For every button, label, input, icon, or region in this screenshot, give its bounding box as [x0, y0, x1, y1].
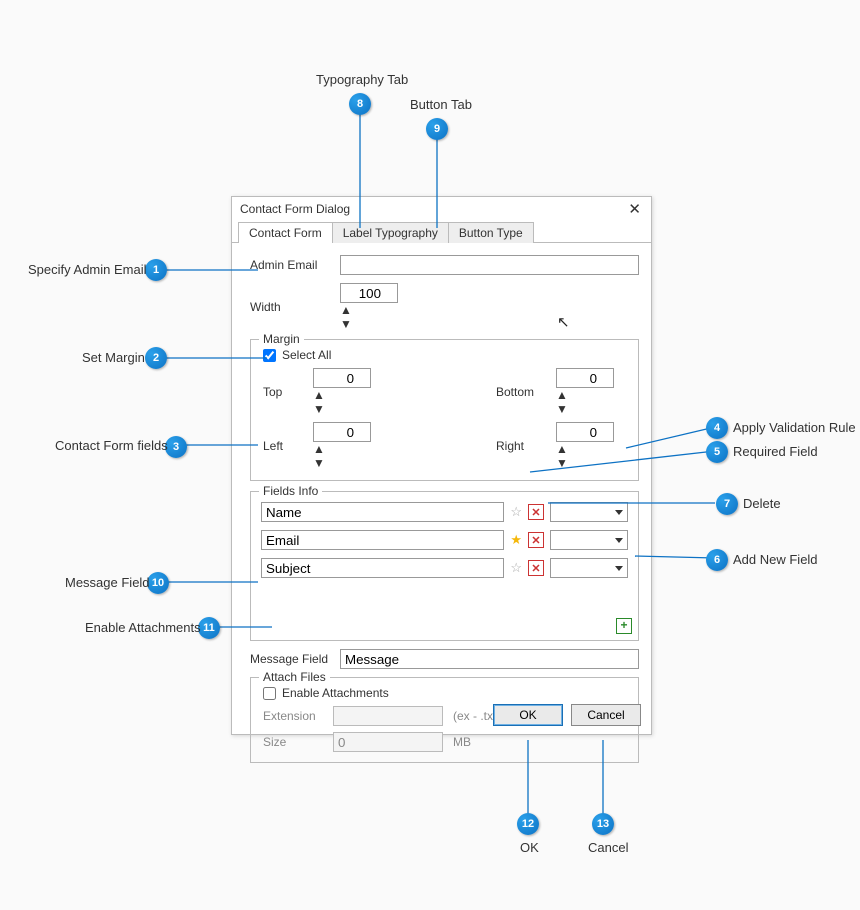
callout-bubble: 8 [349, 93, 371, 115]
tab-button-type[interactable]: Button Type [448, 222, 534, 243]
callout-bubble: 9 [426, 118, 448, 140]
star-icon[interactable]: ★ [510, 532, 522, 548]
size-unit: MB [453, 735, 471, 749]
validation-combo[interactable] [550, 530, 628, 550]
spinner-down-icon[interactable]: ▼ [556, 456, 626, 470]
spinner-up-icon[interactable]: ▲ [556, 388, 626, 402]
admin-email-label: Admin Email [250, 258, 330, 272]
field-name-input[interactable] [261, 530, 504, 550]
admin-email-input[interactable] [340, 255, 639, 275]
validation-combo[interactable] [550, 502, 628, 522]
callout-label: Enable Attachments [85, 620, 201, 635]
callout-bubble: 6 [706, 549, 728, 571]
callout-bubble: 2 [145, 347, 167, 369]
fields-info-title: Fields Info [259, 484, 322, 498]
spinner-down-icon[interactable]: ▼ [340, 317, 398, 331]
margin-group: Margin Select All Top ▲▼ Bottom ▲▼ Left … [250, 339, 639, 481]
tab-contact-form[interactable]: Contact Form [238, 222, 333, 243]
callout-label: Delete [743, 496, 781, 511]
field-name-input[interactable] [261, 558, 504, 578]
field-name-input[interactable] [261, 502, 504, 522]
spinner-up-icon[interactable]: ▲ [340, 303, 398, 317]
contact-form-dialog: Contact Form Dialog ✕ Contact Form Label… [231, 196, 652, 735]
delete-icon[interactable]: ✕ [528, 532, 544, 548]
extension-label: Extension [263, 709, 323, 723]
margin-left-spinner[interactable] [313, 422, 371, 442]
margin-top-spinner[interactable] [313, 368, 371, 388]
callout-label: Cancel [588, 840, 628, 855]
callout-bubble: 13 [592, 813, 614, 835]
margin-group-title: Margin [259, 332, 304, 346]
field-row: ☆ ✕ [261, 502, 628, 522]
margin-bottom-label: Bottom [496, 385, 556, 399]
star-icon[interactable]: ☆ [510, 560, 522, 576]
select-all-checkbox[interactable]: Select All [263, 348, 626, 362]
width-label: Width [250, 300, 330, 314]
enable-attachments-input[interactable] [263, 687, 276, 700]
select-all-label: Select All [282, 348, 331, 362]
callout-bubble: 4 [706, 417, 728, 439]
tab-label-typography[interactable]: Label Typography [332, 222, 449, 243]
callout-label: Typography Tab [316, 72, 408, 87]
attach-files-title: Attach Files [259, 670, 330, 684]
callout-bubble: 11 [198, 617, 220, 639]
size-label: Size [263, 735, 323, 749]
callout-bubble: 10 [147, 572, 169, 594]
star-icon[interactable]: ☆ [510, 504, 522, 520]
message-field-label: Message Field [250, 652, 330, 666]
callout-label: Required Field [733, 444, 818, 459]
spinner-up-icon[interactable]: ▲ [313, 388, 383, 402]
callout-bubble: 3 [165, 436, 187, 458]
callout-label: Contact Form fields [55, 438, 168, 453]
width-spinner[interactable] [340, 283, 398, 303]
titlebar: Contact Form Dialog ✕ [232, 197, 651, 221]
spinner-down-icon[interactable]: ▼ [556, 402, 626, 416]
field-row: ★ ✕ [261, 530, 628, 550]
fields-info-group: Fields Info ☆ ✕ ★ ✕ ☆ ✕ + [250, 491, 639, 641]
margin-right-label: Right [496, 439, 556, 453]
margin-left-label: Left [263, 439, 313, 453]
spinner-up-icon[interactable]: ▲ [313, 442, 383, 456]
validation-combo[interactable] [550, 558, 628, 578]
callout-label: Message Field [65, 575, 150, 590]
callout-bubble: 7 [716, 493, 738, 515]
callout-label: Apply Validation Rule [733, 420, 856, 435]
delete-icon[interactable]: ✕ [528, 560, 544, 576]
callout-label: Specify Admin Email [28, 262, 147, 277]
callout-bubble: 1 [145, 259, 167, 281]
add-field-button[interactable]: + [616, 618, 632, 634]
spinner-down-icon[interactable]: ▼ [313, 456, 383, 470]
callout-bubble: 12 [517, 813, 539, 835]
tabs: Contact Form Label Typography Button Typ… [232, 221, 651, 243]
field-row: ☆ ✕ [261, 558, 628, 578]
callout-bubble: 5 [706, 441, 728, 463]
spinner-up-icon[interactable]: ▲ [556, 442, 626, 456]
callout-label: Add New Field [733, 552, 818, 567]
callout-label: OK [520, 840, 539, 855]
callout-label: Set Margin [82, 350, 145, 365]
margin-bottom-spinner[interactable] [556, 368, 614, 388]
size-input [333, 732, 443, 752]
close-icon[interactable]: ✕ [624, 200, 645, 218]
enable-attachments-checkbox[interactable]: Enable Attachments [263, 686, 626, 700]
callout-label: Button Tab [410, 97, 472, 112]
dialog-title: Contact Form Dialog [240, 202, 350, 216]
cancel-button[interactable]: Cancel [571, 704, 641, 726]
margin-top-label: Top [263, 385, 313, 399]
select-all-input[interactable] [263, 349, 276, 362]
dialog-body: Admin Email Width ▲ ▼ Margin Select All … [232, 243, 651, 763]
margin-right-spinner[interactable] [556, 422, 614, 442]
cursor-icon: ↖ [557, 313, 570, 331]
delete-icon[interactable]: ✕ [528, 504, 544, 520]
ok-button[interactable]: OK [493, 704, 563, 726]
message-field-input[interactable] [340, 649, 639, 669]
enable-attachments-label: Enable Attachments [282, 686, 389, 700]
extension-input [333, 706, 443, 726]
spinner-down-icon[interactable]: ▼ [313, 402, 383, 416]
